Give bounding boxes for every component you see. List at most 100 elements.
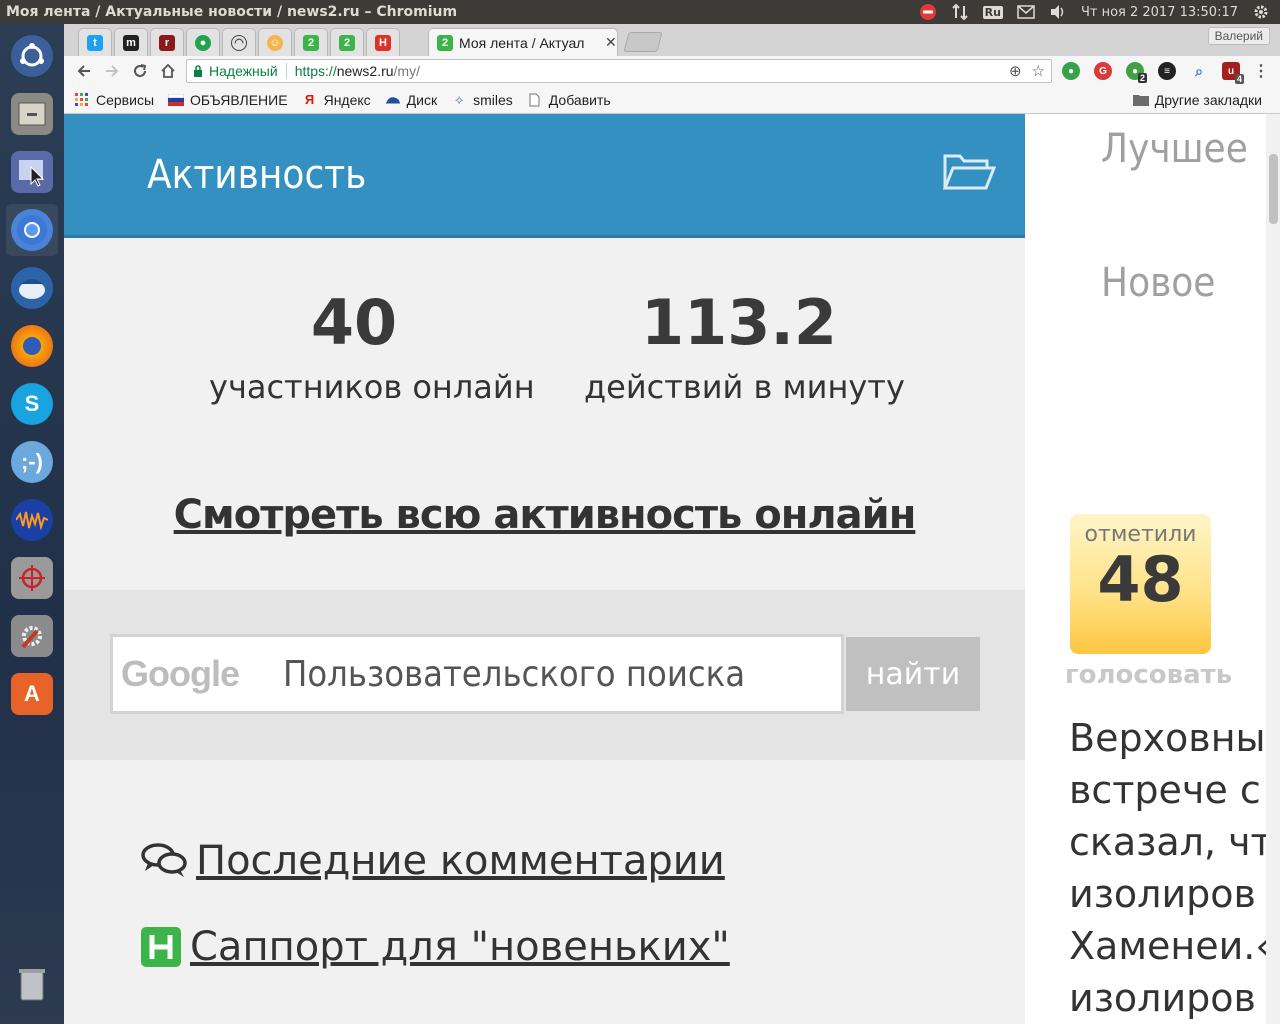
- url-host: news2.ru: [336, 63, 394, 79]
- gear-icon[interactable]: [1252, 3, 1270, 21]
- flag-icon: [168, 92, 185, 108]
- article-line: Хаменеи.«: [1069, 924, 1279, 968]
- secure-indicator[interactable]: Надежный: [187, 63, 278, 79]
- bookmark-services[interactable]: Сервисы: [74, 92, 154, 108]
- article-line: изолиров: [1069, 976, 1256, 1020]
- latest-comments-link[interactable]: Последние комментарии: [140, 838, 725, 884]
- vote-button[interactable]: голосовать: [1065, 660, 1232, 690]
- tab-reader[interactable]: r: [150, 28, 184, 56]
- other-bookmarks[interactable]: Другие закладки: [1132, 92, 1262, 108]
- ublock-icon[interactable]: u4: [1222, 62, 1244, 84]
- support-newbies-link[interactable]: Саппорт для "новеньких": [140, 924, 730, 970]
- right-column: Лучшее Новое отметили 48 голосовать Верх…: [1025, 114, 1280, 1024]
- skype-icon[interactable]: S: [6, 378, 58, 430]
- home-button[interactable]: [154, 58, 182, 84]
- ubuntu-software-icon[interactable]: A: [6, 668, 58, 720]
- extension-green-icon[interactable]: ●: [1062, 62, 1080, 80]
- clock[interactable]: Чт ноя 2 2017 13:50:17: [1081, 5, 1238, 20]
- vote-card[interactable]: отметили 48: [1070, 514, 1211, 654]
- tab-red-app[interactable]: H: [366, 28, 400, 56]
- news2-icon: 2: [303, 34, 319, 51]
- lock-icon: [194, 65, 202, 77]
- screen-ruler-icon[interactable]: [6, 552, 58, 604]
- volume-icon[interactable]: [1049, 3, 1067, 21]
- tab-medium[interactable]: m: [114, 28, 148, 56]
- firefox-icon[interactable]: [6, 320, 58, 372]
- audacity-icon[interactable]: [6, 494, 58, 546]
- network-icon[interactable]: [951, 3, 969, 21]
- do-not-disturb-icon[interactable]: [919, 3, 937, 21]
- all-activity-link[interactable]: Смотреть всю активность онлайн: [64, 492, 1025, 538]
- pidgin-icon[interactable]: ;-): [6, 436, 58, 488]
- menu-icon[interactable]: ⋮: [1252, 62, 1270, 80]
- stat-actions-per-minute: 113.2 действий в минуту: [584, 286, 905, 407]
- thunderbird-icon[interactable]: [6, 262, 58, 314]
- vote-count: 48: [1097, 543, 1184, 616]
- google-logo: Google: [121, 653, 240, 694]
- close-icon[interactable]: ✕: [605, 35, 617, 51]
- url-scheme: https://: [294, 63, 337, 79]
- tab-clock-app[interactable]: ●: [186, 28, 220, 56]
- extension-badge-icon[interactable]: 2 ●: [1126, 62, 1147, 83]
- disk-icon: [385, 92, 401, 108]
- smiles-icon: ⟡: [454, 91, 464, 107]
- chromium-icon[interactable]: [6, 204, 58, 256]
- tab-twitter[interactable]: t: [78, 28, 112, 56]
- tab-title: Моя лента / Актуал: [459, 34, 585, 51]
- reload-button[interactable]: [126, 58, 154, 84]
- bookmark-smiles[interactable]: ⟡ smiles: [451, 92, 513, 108]
- back-button[interactable]: [70, 58, 98, 84]
- files-icon[interactable]: [6, 88, 58, 140]
- stat-value: 40: [310, 286, 398, 359]
- bookmark-label: ОБЪЯВЛЕНИЕ: [190, 91, 288, 108]
- link-label: Саппорт для "новеньких": [190, 924, 730, 970]
- extension-search-icon[interactable]: ⌕: [1190, 62, 1208, 80]
- tab-strip: t m r ● ◠ ☺ 2 2 H 2 Моя лента / Актуал ✕…: [64, 24, 1280, 56]
- search-button[interactable]: найти: [846, 637, 980, 711]
- trash-icon[interactable]: [6, 958, 58, 1010]
- tab-new[interactable]: Новое: [1101, 260, 1215, 306]
- google-plus-icon[interactable]: G: [1094, 62, 1112, 80]
- article-line: Верховны: [1069, 716, 1266, 760]
- bookmark-star-icon[interactable]: ☆: [1032, 62, 1045, 80]
- stat-label: участников онлайн: [209, 368, 535, 406]
- zoom-icon[interactable]: ⊕: [1009, 62, 1022, 80]
- folder-open-icon[interactable]: [942, 150, 996, 192]
- yandex-icon: Я: [304, 92, 315, 107]
- search-input[interactable]: Google Пользовательского поиска: [110, 634, 844, 714]
- scrollbar-thumb[interactable]: [1269, 154, 1278, 224]
- scrollbar[interactable]: [1266, 114, 1280, 1024]
- bookmark-disk[interactable]: Диск: [385, 92, 437, 108]
- article-snippet[interactable]: Верховны встрече с сказал, чт изолиров Х…: [1069, 712, 1280, 1024]
- launcher: S ;-) A: [0, 24, 64, 1024]
- tab-speedtest[interactable]: ◠: [222, 28, 256, 56]
- keyboard-layout-indicator[interactable]: Ru: [982, 5, 1003, 19]
- screenshot-tool-icon[interactable]: [6, 146, 58, 198]
- tab-smiley[interactable]: ☺: [258, 28, 292, 56]
- bookmark-yandex[interactable]: Я Яндекс: [302, 92, 371, 108]
- omnibox[interactable]: Надежный https://news2.ru/my/ ⊕ ☆: [186, 59, 1052, 83]
- article-line: изолиров: [1069, 872, 1256, 916]
- arrow-right-icon: [106, 65, 119, 77]
- bookmark-label: Диск: [406, 91, 438, 108]
- stat-value: 113.2: [640, 286, 838, 359]
- new-tab-button[interactable]: [623, 32, 663, 52]
- news2-icon: 2: [437, 34, 453, 51]
- ubuntu-dash-icon[interactable]: [6, 30, 58, 82]
- search-placeholder: Пользовательского поиска: [283, 653, 746, 695]
- secure-label: Надежный: [209, 63, 278, 79]
- profile-button[interactable]: Валерий: [1207, 27, 1270, 45]
- tab-news2-b[interactable]: 2: [330, 28, 364, 56]
- bookmark-announcement[interactable]: ОБЪЯВЛЕНИЕ: [168, 92, 288, 108]
- bookmark-add[interactable]: Добавить: [527, 92, 611, 108]
- h-badge-icon: [141, 927, 181, 967]
- system-settings-icon[interactable]: [6, 610, 58, 662]
- tab-best[interactable]: Лучшее: [1101, 126, 1248, 172]
- tab-news2-a[interactable]: 2: [294, 28, 328, 56]
- page-content: Активность 40 участников онлайн 113.2 де…: [64, 114, 1280, 1024]
- forward-button[interactable]: [98, 58, 126, 84]
- twitter-icon: t: [87, 34, 103, 51]
- tab-active[interactable]: 2 Моя лента / Актуал ✕: [428, 28, 618, 56]
- extension-dark-icon[interactable]: ≡: [1158, 62, 1176, 80]
- mail-icon[interactable]: [1017, 3, 1035, 21]
